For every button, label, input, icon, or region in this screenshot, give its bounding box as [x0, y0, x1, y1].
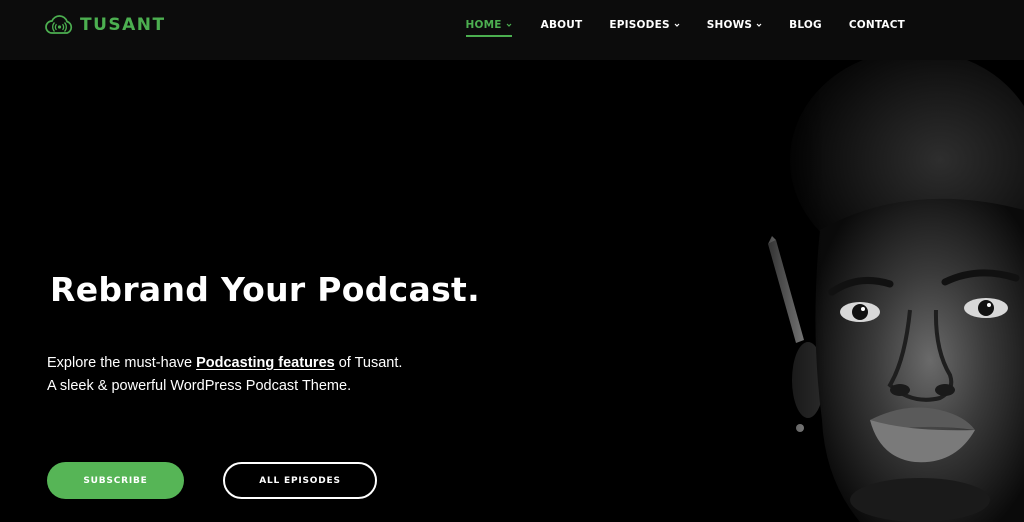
all-episodes-button-label: ALL EPISODES [259, 475, 341, 486]
nav-item-shows[interactable]: SHOWS [707, 19, 762, 31]
chevron-down-icon [674, 23, 680, 27]
nav-item-label: ABOUT [540, 19, 583, 31]
chevron-down-icon [756, 23, 762, 27]
nav-item-label: CONTACT [848, 19, 905, 31]
man-portrait-photo [740, 60, 1024, 522]
hero-desc-line-2: A sleek & powerful WordPress Podcast The… [47, 378, 352, 394]
nav-item-about[interactable]: ABOUT [541, 19, 583, 31]
nav-item-label: SHOWS [706, 19, 753, 31]
site-header: TUSANT HOME ABOUT EPISODES SHOWS BLOG CO… [0, 0, 1024, 60]
page: TUSANT HOME ABOUT EPISODES SHOWS BLOG CO… [0, 0, 1024, 522]
nav-item-blog[interactable]: BLOG [789, 19, 822, 31]
broadcast-cloud-icon [44, 13, 74, 37]
subscribe-button[interactable]: SUBSCRIBE [47, 462, 184, 499]
main-nav: HOME ABOUT EPISODES SHOWS BLOG CONTACT [465, 19, 905, 37]
nav-item-label: BLOG [789, 19, 822, 31]
brand-name: TUSANT [80, 15, 166, 35]
nav-item-episodes[interactable]: EPISODES [609, 19, 680, 31]
nav-item-contact[interactable]: CONTACT [849, 19, 905, 31]
nav-item-label: HOME [465, 19, 502, 31]
hero-desc-suffix: of Tusant. [334, 355, 403, 371]
hero-title: Rebrand Your Podcast. [50, 270, 480, 309]
nav-item-home[interactable]: HOME [465, 19, 512, 37]
chevron-down-icon [506, 23, 512, 27]
subscribe-button-label: SUBSCRIBE [83, 475, 148, 486]
hero-desc-prefix: Explore the must-have [47, 355, 197, 371]
podcasting-features-link[interactable]: Podcasting features [196, 355, 335, 371]
nav-item-label: EPISODES [609, 19, 670, 31]
site-logo[interactable]: TUSANT [44, 13, 166, 37]
hero-desc-line-1: Explore the must-have Podcasting feature… [47, 352, 402, 375]
hero-description: Explore the must-have Podcasting feature… [47, 352, 402, 398]
all-episodes-button[interactable]: ALL EPISODES [223, 462, 377, 499]
